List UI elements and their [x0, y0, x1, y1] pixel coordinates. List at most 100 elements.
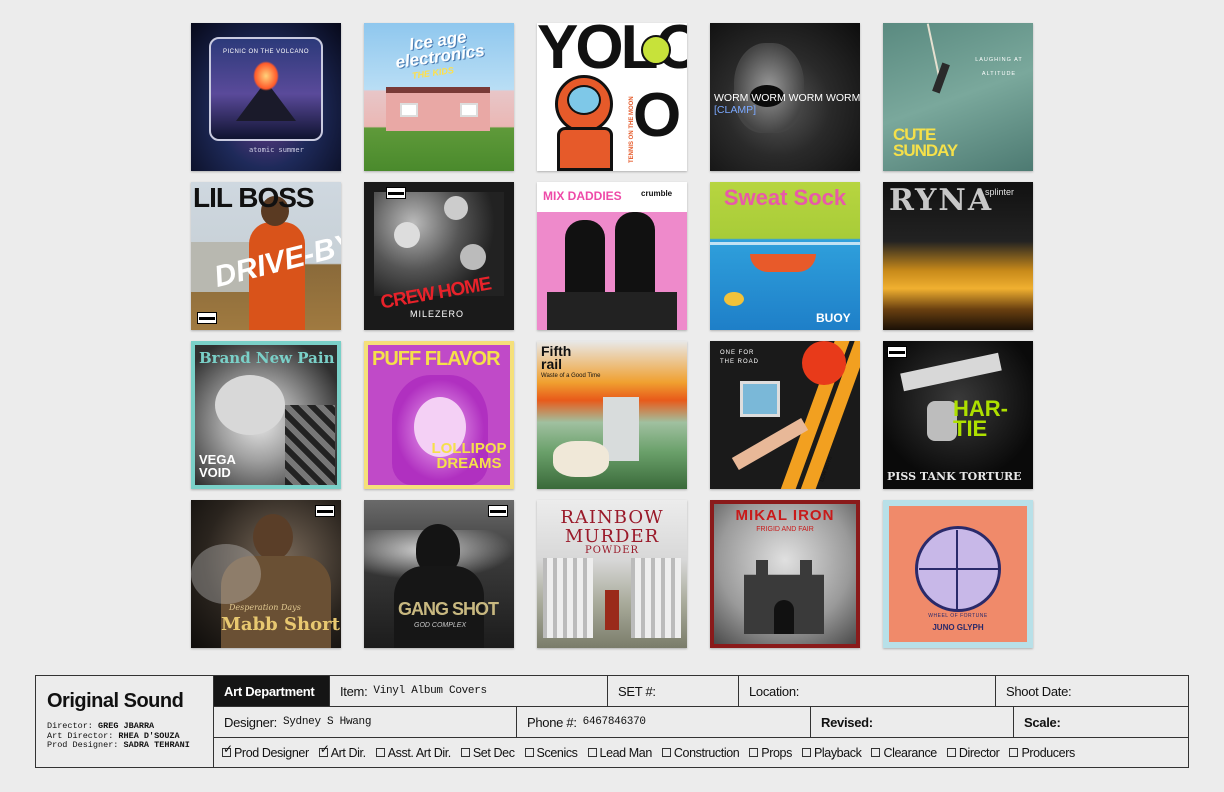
- album-cover: Sweat Sock BUOY: [710, 182, 860, 330]
- album-title: POWDER: [584, 545, 640, 556]
- album-artist: MIKAL IRON: [735, 507, 835, 524]
- album-artist: RYNA: [889, 183, 994, 218]
- album-artist: RAINBOW MURDER: [560, 507, 664, 547]
- checked-checkbox-icon[interactable]: [222, 743, 233, 757]
- album-artist: MIX DADDIES: [543, 189, 622, 203]
- checklist-item[interactable]: Clearance: [871, 745, 937, 760]
- checked-checkbox-icon[interactable]: [318, 743, 329, 757]
- checkbox-icon[interactable]: [801, 748, 811, 757]
- album-cover: Ice age electronics THE KIDS: [364, 23, 514, 171]
- location-label: Location:: [749, 683, 800, 699]
- album-title: splinter: [985, 187, 1015, 197]
- album-cover: LAUGHING AT ALTITUDE CUTE SUNDAY: [883, 23, 1033, 171]
- album-cover: HAR-TIE PISS TANK TORTURE: [883, 341, 1033, 489]
- checklist-item[interactable]: Director: [946, 745, 1000, 760]
- album-title: Desperation Days: [229, 603, 301, 612]
- revised-label: Revised:: [821, 714, 873, 730]
- album-cover: CREW HOME MILEZERO: [364, 182, 514, 330]
- shoot-date-label: Shoot Date:: [1006, 683, 1072, 699]
- checkbox-icon[interactable]: [871, 748, 881, 757]
- company-name: Original Sound: [47, 690, 184, 712]
- phone-value: 6467846370: [582, 716, 646, 728]
- album-artist: Mabb Short: [221, 614, 340, 635]
- checklist-item[interactable]: Props: [749, 746, 792, 760]
- album-cover: YOLO O TENNIS ON THE MOON: [537, 23, 687, 171]
- location-cell: Location:: [739, 676, 996, 706]
- album-title: Brand New Pain: [199, 349, 335, 367]
- checklist-item[interactable]: Producers: [1009, 745, 1075, 760]
- checkbox-icon[interactable]: [661, 748, 671, 757]
- album-cover: RAINBOW MURDER POWDER: [537, 500, 687, 648]
- checkbox-icon[interactable]: [524, 748, 534, 757]
- checklist-item[interactable]: Construction: [661, 745, 740, 760]
- album-title: LOLLIPOP DREAMS: [431, 440, 507, 472]
- phone-cell: Phone #: 6467846370: [517, 707, 811, 737]
- checkbox-icon[interactable]: [1009, 748, 1019, 757]
- album-title: PISS TANK TORTURE: [887, 470, 1022, 483]
- album-title: Waste of a Good Time: [541, 373, 601, 379]
- album-title: ONE FOR THE ROAD: [720, 350, 760, 365]
- album-cover: Brand New Pain VEGA VOID: [191, 341, 341, 489]
- checklist-label: Lead Man: [599, 745, 653, 760]
- album-cover: WHEEL OF FORTUNE JUNO GLYPH: [883, 500, 1033, 648]
- checklist-item[interactable]: Lead Man: [587, 745, 653, 760]
- checklist-item[interactable]: Playback: [801, 745, 862, 760]
- checklist-label: Director: [958, 745, 1000, 760]
- checklist-item[interactable]: Art Dir.: [318, 743, 366, 760]
- designer-label: Designer:: [224, 714, 277, 730]
- checklist-label: Producers: [1021, 745, 1075, 760]
- title-block: Original Sound Director: GREG JBARRA Art…: [35, 675, 1189, 768]
- album-cover: PICNIC ON THE VOLCANO atomic summer: [191, 23, 341, 171]
- album-artist: MILEZERO: [410, 309, 465, 319]
- checklist-item[interactable]: Scenics: [524, 746, 578, 760]
- album-artist: PUFF FLAVOR: [372, 348, 501, 370]
- item-label: Item:: [340, 683, 368, 699]
- album-title: BUOY: [816, 311, 851, 325]
- title-block-row-2: Designer: Sydney S Hwang Phone #: 64678463…: [214, 707, 1188, 738]
- designer-cell: Designer: Sydney S Hwang: [214, 707, 517, 737]
- department-cell: Art Department: [214, 676, 330, 706]
- shoot-date-cell: Shoot Date:: [996, 676, 1188, 706]
- checkbox-icon[interactable]: [749, 748, 759, 757]
- album-artist: JUNO GLYPH: [932, 623, 984, 632]
- album-artist: WORM WORM WORM WORM: [714, 92, 860, 104]
- checklist-item[interactable]: Asst. Art Dir.: [375, 745, 452, 760]
- art-director-label: Art Director:: [47, 730, 114, 741]
- phone-label: Phone #:: [527, 714, 577, 730]
- album-artist: LIL BOSS: [193, 182, 315, 213]
- set-label: SET #:: [618, 683, 656, 699]
- title-block-row-1: Art Department Item: Vinyl Album Covers S…: [214, 676, 1188, 707]
- checklist-label: Asst. Art Dir.: [387, 745, 452, 760]
- checkbox-icon[interactable]: [587, 748, 597, 757]
- checklist-label: Clearance: [883, 745, 937, 760]
- album-artist: VEGA VOID: [199, 452, 236, 480]
- album-artist: Fifth rail: [541, 343, 572, 372]
- album-title: GOD COMPLEX: [414, 622, 467, 629]
- album-cover: RYNA splinter: [883, 182, 1033, 330]
- parental-advisory-icon: [887, 346, 907, 358]
- checklist-items: Prod Designer Art Dir. Asst. Art Dir. Set D…: [214, 738, 1188, 767]
- revised-cell: Revised:: [811, 707, 1014, 737]
- checklist-label: Construction: [673, 745, 740, 760]
- checkbox-icon[interactable]: [375, 748, 385, 757]
- parental-advisory-icon: [386, 187, 406, 199]
- album-cover: Desperation Days Mabb Short: [191, 500, 341, 648]
- prod-designer-name: SADRA TEHRANI: [123, 740, 190, 750]
- checklist-item[interactable]: Set Dec: [460, 746, 515, 760]
- album-cover: Fifth rail Waste of a Good Time: [537, 341, 687, 489]
- album-title: WHEEL OF FORTUNE: [928, 613, 988, 619]
- checklist-label: Prod Designer: [234, 745, 309, 760]
- prod-designer-label: Prod Designer:: [47, 740, 119, 750]
- designer-value: Sydney S Hwang: [282, 716, 372, 728]
- checklist-label: Playback: [813, 745, 862, 760]
- scale-cell: Scale:: [1014, 707, 1188, 737]
- checkbox-icon[interactable]: [946, 748, 956, 757]
- album-artist: GANG SHOT: [398, 599, 499, 619]
- checkbox-icon[interactable]: [460, 748, 470, 757]
- director-name: GREG JBARRA: [98, 721, 155, 731]
- album-title: crumble: [641, 189, 673, 198]
- checklist-item[interactable]: Prod Designer: [222, 743, 309, 760]
- department: Art Department: [224, 683, 315, 699]
- album-artist: CUTE SUNDAY: [893, 125, 958, 160]
- item-value: Vinyl Album Covers: [373, 685, 487, 697]
